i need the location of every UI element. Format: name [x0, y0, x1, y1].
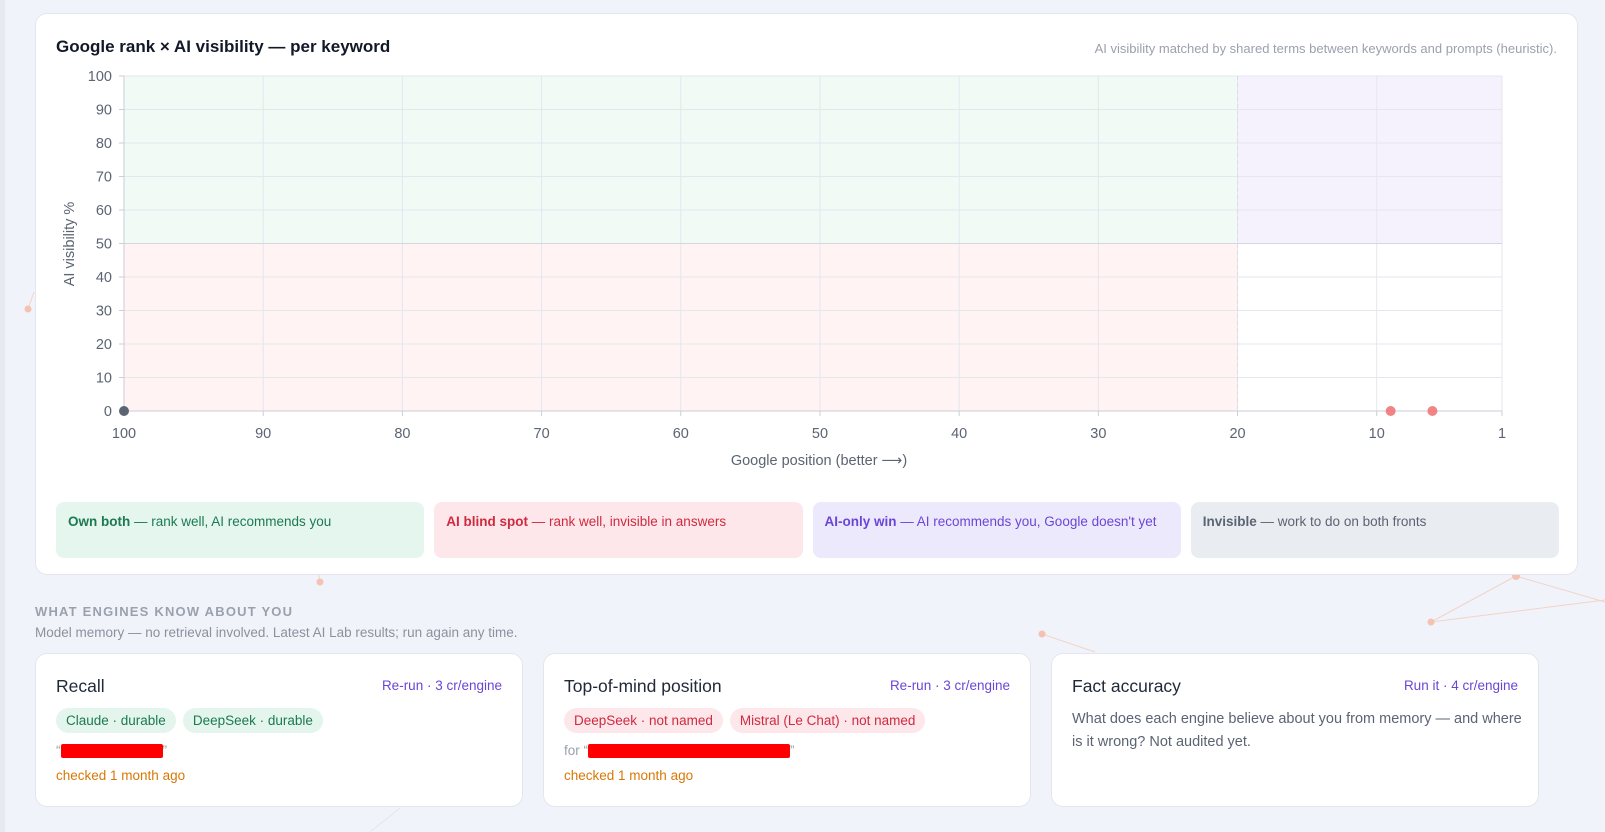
- quadrant-legend: Own both — rank well, AI recommends you …: [56, 502, 1559, 558]
- data-point: [1427, 406, 1438, 416]
- y-tick-label: 0: [104, 404, 112, 420]
- legend-ai-only-win-title: AI-only win: [824, 514, 897, 529]
- legend-invisible: Invisible — work to do on both fronts: [1190, 502, 1559, 558]
- legend-invisible-title: Invisible: [1202, 514, 1257, 529]
- legend-ai-only-win-text: — AI recommends you, Google doesn't yet: [896, 514, 1157, 529]
- quadrant-invisible: [1237, 243, 1502, 411]
- top-of-mind-chips: DeepSeek · not named Mistral (Le Chat) ·…: [564, 708, 926, 733]
- x-tick-label: 10: [1369, 426, 1385, 442]
- y-tick-label: 50: [96, 237, 112, 253]
- x-tick-label: 80: [394, 426, 410, 442]
- y-tick-label: 40: [96, 270, 112, 286]
- recall-query: “ ”: [56, 743, 167, 758]
- data-point: [1385, 406, 1396, 416]
- redacted-query: [60, 743, 163, 758]
- recall-checked-time: checked 1 month ago: [56, 768, 186, 783]
- top-of-mind-card: Top-of-mind position Re-run · 3 cr/engin…: [543, 653, 1031, 807]
- y-tick-label: 100: [88, 69, 112, 85]
- quote-open: “: [56, 743, 61, 758]
- y-tick-label: 30: [96, 304, 112, 320]
- y-tick-label: 80: [96, 136, 112, 152]
- legend-ai-only-win: AI-only win — AI recommends you, Google …: [812, 502, 1181, 558]
- x-tick-label: 20: [1229, 426, 1245, 442]
- x-tick-label: 60: [673, 426, 689, 442]
- x-axis-ticks: 100 90 80 70 60 50 40 30 20 10 1: [112, 411, 1506, 442]
- legend-ai-blind-spot-title: AI blind spot: [446, 514, 528, 529]
- quote-close: ”: [790, 743, 795, 758]
- y-tick-label: 60: [96, 203, 112, 219]
- recall-card: Recall Re-run · 3 cr/engine Claude · dur…: [35, 653, 523, 807]
- y-tick-label: 10: [96, 371, 112, 387]
- top-of-mind-checked-time: checked 1 month ago: [564, 768, 694, 783]
- recall-title: Recall: [56, 676, 105, 696]
- y-axis-ticks: 0 10 20 30 40 50 60 70 80 90 100: [88, 69, 124, 420]
- query-prefix: for: [564, 743, 584, 758]
- quote-close: ”: [162, 743, 168, 758]
- legend-ai-blind-spot-text: — rank well, invisible in answers: [528, 514, 727, 529]
- legend-own-both-text: — rank well, AI recommends you: [130, 514, 332, 529]
- x-tick-label: 50: [812, 426, 828, 442]
- status-chip: DeepSeek · not named: [564, 708, 723, 733]
- status-chip: Mistral (Le Chat) · not named: [729, 708, 926, 733]
- x-tick-label: 90: [255, 426, 271, 442]
- status-chip: Claude · durable: [56, 708, 176, 733]
- scatter-chart: 100 90 80 70 60 50 40 30 20 10 1 0 10 20 30 40 50 60 70 80…: [62, 69, 1506, 469]
- fact-accuracy-description: What does each engine believe about you …: [1072, 711, 1522, 750]
- x-axis-label: Google position (better ⟶): [731, 453, 907, 469]
- legend-invisible-text: — work to do on both fronts: [1256, 514, 1427, 529]
- y-tick-label: 20: [96, 337, 112, 353]
- keyword-chart-card: Google rank × AI visibility — per keywor…: [35, 13, 1578, 575]
- legend-own-both: Own both — rank well, AI recommends you: [56, 502, 425, 558]
- x-tick-label: 1: [1498, 426, 1506, 442]
- x-tick-label: 70: [534, 426, 550, 442]
- fact-accuracy-card: Fact accuracy Run it · 4 cr/engine What …: [1051, 653, 1539, 807]
- data-point: [119, 406, 129, 416]
- section-heading: WHAT ENGINES KNOW ABOUT YOU: [35, 604, 294, 619]
- left-rail: [0, 0, 5, 832]
- x-tick-label: 100: [112, 426, 136, 442]
- recall-chips: Claude · durable DeepSeek · durable: [56, 708, 323, 733]
- legend-ai-blind-spot: AI blind spot — rank well, invisible in …: [434, 502, 803, 558]
- fact-accuracy-run-link[interactable]: Run it · 4 cr/engine: [1404, 678, 1518, 693]
- status-chip: DeepSeek · durable: [182, 708, 323, 733]
- y-axis-label: AI visibility %: [62, 202, 78, 287]
- redacted-query: [588, 743, 791, 758]
- top-of-mind-query: for “ ”: [564, 743, 795, 758]
- y-tick-label: 90: [96, 103, 112, 119]
- y-tick-label: 70: [96, 170, 112, 186]
- top-of-mind-title: Top-of-mind position: [564, 676, 722, 696]
- quadrant-ai-only-win: [1237, 76, 1502, 244]
- top-of-mind-rerun-link[interactable]: Re-run · 3 cr/engine: [890, 678, 1010, 693]
- section-subheading: Model memory — no retrieval involved. La…: [35, 625, 518, 640]
- x-tick-label: 40: [951, 426, 967, 442]
- recall-rerun-link[interactable]: Re-run · 3 cr/engine: [382, 678, 502, 693]
- fact-accuracy-title: Fact accuracy: [1072, 676, 1181, 696]
- legend-own-both-title: Own both: [68, 514, 131, 529]
- x-tick-label: 30: [1090, 426, 1106, 442]
